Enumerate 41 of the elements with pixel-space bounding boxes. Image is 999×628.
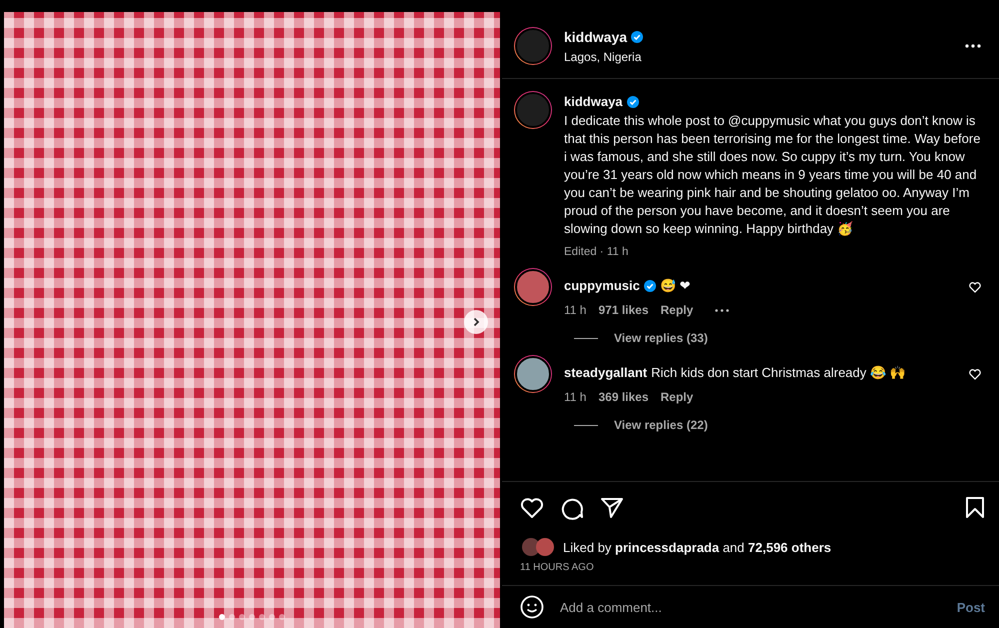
reply-button[interactable]: Reply (660, 303, 694, 317)
view-replies-button[interactable]: View replies (22) (614, 418, 708, 432)
carousel-dot[interactable] (249, 614, 255, 620)
post-time: 11 HOURS AGO (502, 556, 999, 586)
share-icon[interactable] (600, 497, 624, 519)
carousel-dot[interactable] (269, 614, 275, 620)
bookmark-icon[interactable] (965, 497, 985, 519)
carousel-dot[interactable] (219, 614, 225, 620)
comment-time: 11 h (564, 303, 586, 317)
more-options-icon[interactable] (965, 44, 981, 48)
comment-text: Rich kids don start Christmas already 😂 🙌 (651, 365, 906, 380)
avatar[interactable] (514, 91, 552, 129)
comment-username[interactable]: steadygallant (564, 365, 648, 380)
emoji-icon[interactable] (520, 595, 544, 619)
likes-count[interactable]: 369 likes (598, 390, 649, 404)
heart-outline-icon[interactable] (969, 369, 981, 380)
comment-username[interactable]: cuppymusic (564, 278, 640, 293)
comment-time: 11 h (564, 390, 586, 404)
post-button[interactable]: Post (956, 600, 985, 614)
carousel-dot[interactable] (239, 614, 245, 620)
comment-text: 😅 ❤ (660, 278, 690, 293)
comment-icon[interactable] (560, 496, 584, 520)
carousel-dot[interactable] (279, 614, 285, 620)
carousel-dot[interactable] (259, 614, 265, 620)
edited-time: Edited · 11 h (564, 246, 630, 258)
heart-outline-icon[interactable] (969, 282, 981, 293)
likes-text[interactable]: Liked by princessdaprada and 72,596 others (563, 540, 832, 554)
avatar[interactable] (514, 355, 552, 393)
caption-username[interactable]: kiddwaya (564, 93, 623, 111)
carousel-dot[interactable] (229, 614, 235, 620)
more-options-icon[interactable] (715, 308, 730, 312)
caption-text: I dedicate this whole post to @cuppymusic what you guys don’t know is that this person has been terrorising me for the longest time. Way before i was famous, and she still does now. So cuppy it’s my turn. You know you’re 31 years old now which means in 9 years time you will be 40 and you can’t be wearing pink hair and be shouting gelatoo oo. Anyway I’m proud of the person you have become, and it doesn’t seem you are slowing down so keep winning. Happy birthday 🥳 (564, 112, 982, 238)
likes-count[interactable]: 971 likes (598, 303, 649, 317)
view-replies-button[interactable]: View replies (33) (614, 331, 708, 345)
like-icon[interactable] (520, 497, 544, 519)
reply-button[interactable]: Reply (660, 390, 694, 404)
avatar[interactable] (514, 27, 552, 65)
avatar[interactable] (514, 268, 552, 306)
location-text[interactable]: Lagos, Nigeria (564, 50, 953, 64)
comment-input[interactable]: Add a comment... (558, 598, 943, 616)
username[interactable]: kiddwaya (564, 28, 628, 44)
